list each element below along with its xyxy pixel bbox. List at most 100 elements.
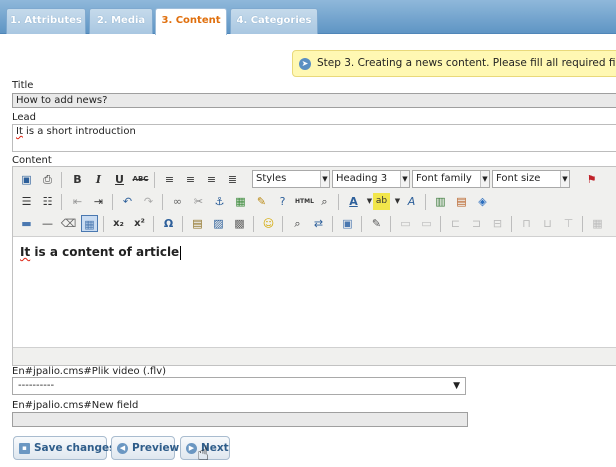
content-text-first: It — [20, 245, 31, 259]
preview-icon[interactable]: ⌕ — [316, 193, 333, 210]
font-size-value: Font size — [496, 173, 541, 184]
chevron-down-icon: ▼ — [480, 171, 489, 187]
lead-label: Lead — [12, 112, 37, 123]
visual-aid-icon[interactable]: ▦ — [81, 215, 98, 232]
arrow-right-icon: ▶ — [186, 443, 197, 454]
remove-format-icon[interactable]: A — [403, 193, 420, 210]
lead-value-first: It — [16, 126, 23, 137]
video-value: ---------- — [18, 380, 55, 391]
styles-value: Styles — [256, 173, 287, 184]
hand-cursor-icon: ☝ — [197, 441, 210, 465]
bold-button[interactable]: B — [69, 171, 86, 188]
align-left-icon[interactable]: ≡ — [161, 171, 178, 188]
font-family-select[interactable]: Font family ▼ — [412, 170, 490, 188]
indent-icon[interactable]: ⇥ — [90, 193, 107, 210]
format-value: Heading 3 — [336, 173, 388, 184]
rich-text-editor: ▣ ⎙ B I U ABC ≡ ≡ ≡ ≣ Styles ▼ Heading 3 ▼… — [12, 166, 616, 366]
html-source-icon[interactable]: HTML — [295, 193, 314, 210]
editor-content-area[interactable]: It is a content of article — [13, 238, 616, 347]
special-char-button[interactable]: Ω — [160, 215, 177, 232]
editor-toolbar: ▣ ⎙ B I U ABC ≡ ≡ ≡ ≣ Styles ▼ Heading 3 ▼… — [13, 167, 616, 237]
preview-label: Preview — [132, 442, 180, 454]
media-icon[interactable]: ▥ — [432, 193, 449, 210]
subscript-button[interactable]: x₂ — [110, 215, 127, 232]
content-text-rest: is a content of article — [30, 245, 180, 259]
chevron-down-icon: ▼ — [400, 171, 409, 187]
cleanup-icon[interactable]: ✎ — [253, 193, 270, 210]
content-label: Content — [12, 155, 52, 166]
chevron-down-icon: ▼ — [560, 171, 569, 187]
strikethrough-button[interactable]: ABC — [132, 171, 149, 188]
outdent-icon[interactable]: ⇤ — [69, 193, 86, 210]
help-icon[interactable]: ? — [274, 193, 291, 210]
superscript-button[interactable]: x² — [131, 215, 148, 232]
rule-icon[interactable]: — — [39, 215, 56, 232]
gallery-icon[interactable]: ▤ — [453, 193, 470, 210]
preview-button[interactable]: ◀ Preview — [111, 436, 179, 460]
chevron-down-icon: ▼ — [320, 171, 329, 187]
align-justify-icon[interactable]: ≣ — [224, 171, 241, 188]
eraser-icon[interactable]: ⌫ — [60, 215, 77, 232]
tab-media[interactable]: 2. Media — [89, 8, 153, 34]
tab-categories[interactable]: 4. Categories — [230, 8, 318, 34]
format-select[interactable]: Heading 3 ▼ — [332, 170, 410, 188]
emoticon-icon[interactable]: ☺ — [260, 215, 277, 232]
save-changes-button[interactable]: ▪ Save changes — [13, 436, 115, 460]
video-label: En#jpalio.cms#Plik video (.flv) — [12, 366, 167, 377]
tab-bar: 1. Attributes 2. Media 3. Content 4. Cat… — [0, 0, 616, 35]
table-delete-col-icon[interactable]: ⊤ — [560, 215, 577, 232]
layer-insert-icon[interactable]: ▭ — [397, 215, 414, 232]
paste-icon[interactable]: ▤ — [189, 215, 206, 232]
text-color-icon[interactable]: A — [345, 193, 362, 210]
info-icon: ➤ — [299, 58, 311, 70]
underline-button[interactable]: U — [111, 171, 128, 188]
table-row-after-icon[interactable]: ⊐ — [468, 215, 485, 232]
layer-forward-icon[interactable]: ▭ — [418, 215, 435, 232]
info-message: ➤ Step 3. Creating a news content. Pleas… — [292, 50, 616, 77]
print-icon[interactable]: ⎙ — [39, 171, 56, 188]
unlink-icon[interactable]: ✂ — [190, 193, 207, 210]
horizontal-line-icon[interactable]: ▬ — [18, 215, 35, 232]
undo-icon[interactable]: ↶ — [119, 193, 136, 210]
table-col-before-icon[interactable]: ⊓ — [518, 215, 535, 232]
fullscreen-icon[interactable]: ▣ — [339, 215, 356, 232]
styles-select[interactable]: Styles ▼ — [252, 170, 330, 188]
font-size-select[interactable]: Font size ▼ — [492, 170, 570, 188]
new-field-input[interactable] — [12, 412, 468, 427]
font-family-value: Font family — [416, 173, 472, 184]
editor-status-bar — [13, 347, 616, 365]
link-icon[interactable]: ∞ — [169, 193, 186, 210]
highlight-color-icon[interactable]: ab — [373, 193, 390, 210]
anchor-icon[interactable]: ⚓ — [211, 193, 228, 210]
video-select[interactable]: ---------- ▼ — [12, 377, 466, 395]
title-input[interactable]: How to add news? — [12, 93, 616, 108]
italic-button[interactable]: I — [90, 171, 107, 188]
table-row-before-icon[interactable]: ⊏ — [447, 215, 464, 232]
lead-textarea[interactable]: It is a short introduction — [12, 124, 616, 152]
lead-value-rest: is a short introduction — [22, 126, 136, 137]
select-all-icon[interactable]: ▩ — [231, 215, 248, 232]
paste-word-icon[interactable]: ▨ — [210, 215, 227, 232]
tab-content[interactable]: 3. Content — [155, 8, 227, 35]
table-icon[interactable]: ▦ — [589, 215, 606, 232]
table-col-after-icon[interactable]: ⊔ — [539, 215, 556, 232]
tab-attributes[interactable]: 1. Attributes — [6, 8, 86, 34]
save-icon: ▪ — [19, 443, 30, 454]
info-text: Step 3. Creating a news content. Please … — [317, 57, 616, 69]
title-label: Title — [12, 80, 34, 91]
image-icon[interactable]: ▦ — [232, 193, 249, 210]
replace-icon[interactable]: ⇄ — [310, 215, 327, 232]
save-changes-label: Save changes — [34, 442, 116, 454]
find-icon[interactable]: ⌕ — [289, 215, 306, 232]
bullet-list-icon[interactable]: ☰ — [18, 193, 35, 210]
language-flag-icon[interactable]: ⚑ — [583, 171, 600, 188]
table-delete-row-icon[interactable]: ⊟ — [489, 215, 506, 232]
edit-css-icon[interactable]: ✎ — [368, 215, 385, 232]
redo-icon[interactable]: ↷ — [140, 193, 157, 210]
code-icon[interactable]: ◈ — [474, 193, 491, 210]
numbered-list-icon[interactable]: ☷ — [39, 193, 56, 210]
save-icon[interactable]: ▣ — [18, 171, 35, 188]
align-right-icon[interactable]: ≡ — [203, 171, 220, 188]
chevron-down-icon: ▼ — [453, 381, 460, 391]
align-center-icon[interactable]: ≡ — [182, 171, 199, 188]
